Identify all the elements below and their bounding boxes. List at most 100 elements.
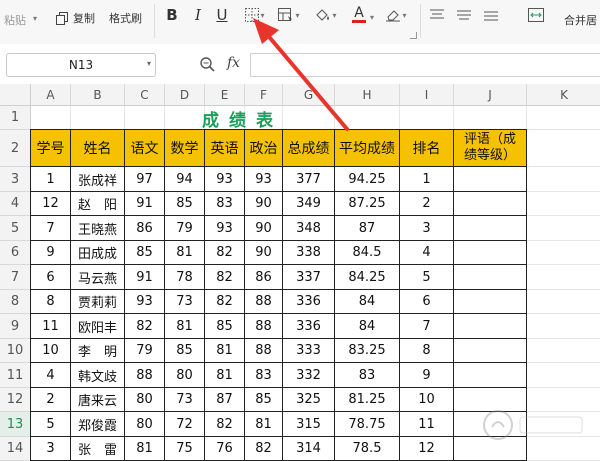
table-cell[interactable]: 93 xyxy=(205,216,245,241)
table-cell[interactable]: 325 xyxy=(283,388,335,412)
table-cell[interactable]: 94.25 xyxy=(335,167,400,192)
table-cell[interactable]: 83.25 xyxy=(335,339,400,363)
table-cell[interactable]: 84.5 xyxy=(335,241,400,265)
table-cell[interactable]: 8 xyxy=(31,290,71,314)
comment-cell[interactable] xyxy=(454,192,527,216)
table-cell[interactable]: 9 xyxy=(31,241,71,265)
table-cell[interactable]: 欧阳丰 xyxy=(71,314,125,339)
row-header-12[interactable]: 12 xyxy=(0,388,31,412)
table-cell[interactable]: 91 xyxy=(125,192,165,216)
column-header-D[interactable]: D xyxy=(165,84,205,106)
row-header-5[interactable]: 5 xyxy=(0,216,31,241)
table-cell[interactable]: 9 xyxy=(400,363,454,388)
align-bottom-icon[interactable] xyxy=(482,4,500,26)
table-cell[interactable]: 82 xyxy=(205,241,245,265)
cell[interactable] xyxy=(527,192,600,216)
table-cell[interactable]: 93 xyxy=(245,167,283,192)
table-cell[interactable]: 2 xyxy=(400,192,454,216)
table-cell[interactable]: 11 xyxy=(400,412,454,437)
table-cell[interactable]: 97 xyxy=(125,167,165,192)
comment-cell[interactable] xyxy=(454,167,527,192)
table-cell[interactable]: 90 xyxy=(245,216,283,241)
name-box[interactable]: N13 ▾ xyxy=(6,53,156,77)
header-cell[interactable]: 学号 xyxy=(31,130,71,167)
table-cell[interactable]: 81 xyxy=(205,363,245,388)
cell[interactable] xyxy=(527,167,600,192)
cell[interactable] xyxy=(527,290,600,314)
column-header-I[interactable]: I xyxy=(400,84,454,106)
column-header-A[interactable]: A xyxy=(31,84,71,106)
table-cell[interactable]: 3 xyxy=(400,216,454,241)
table-cell[interactable]: 李 明 xyxy=(71,339,125,363)
copy-icon[interactable] xyxy=(55,7,69,29)
header-cell[interactable]: 数学 xyxy=(165,130,205,167)
table-cell[interactable]: 贾莉莉 xyxy=(71,290,125,314)
table-cell[interactable]: 3 xyxy=(31,437,71,461)
table-cell[interactable]: 1 xyxy=(400,167,454,192)
table-cell[interactable]: 78.75 xyxy=(335,412,400,437)
table-cell[interactable]: 81 xyxy=(245,412,283,437)
column-header-K[interactable]: K xyxy=(527,84,600,106)
merge-center-button[interactable]: 合并居 xyxy=(564,12,597,28)
table-cell[interactable]: 5 xyxy=(400,265,454,290)
zoom-icon[interactable] xyxy=(199,56,217,76)
format-painter-button[interactable]: 格式刷 xyxy=(109,10,142,26)
row-header-9[interactable]: 9 xyxy=(0,314,31,339)
row-header-11[interactable]: 11 xyxy=(0,363,31,388)
table-cell[interactable]: 80 xyxy=(125,412,165,437)
cell[interactable] xyxy=(527,241,600,265)
comment-cell[interactable] xyxy=(454,314,527,339)
table-cell[interactable]: 86 xyxy=(125,216,165,241)
table-cell[interactable]: 78 xyxy=(165,265,205,290)
table-cell[interactable]: 81 xyxy=(165,314,205,339)
header-cell[interactable]: 排名 xyxy=(400,130,454,167)
row-header-8[interactable]: 8 xyxy=(0,290,31,314)
table-cell[interactable]: 1 xyxy=(31,167,71,192)
table-cell[interactable]: 85 xyxy=(125,241,165,265)
merge-cells-icon[interactable] xyxy=(526,4,546,26)
font-color-button[interactable]: A xyxy=(348,4,370,26)
cell[interactable] xyxy=(527,106,600,130)
table-cell[interactable]: 81 xyxy=(125,437,165,461)
table-cell[interactable]: 87.25 xyxy=(335,192,400,216)
underline-button[interactable]: U xyxy=(214,4,230,26)
table-cell[interactable]: 83 xyxy=(335,363,400,388)
table-cell[interactable]: 82 xyxy=(205,412,245,437)
table-cell[interactable]: 83 xyxy=(205,192,245,216)
table-cell[interactable]: 90 xyxy=(245,241,283,265)
column-header-B[interactable]: B xyxy=(71,84,125,106)
column-header-H[interactable]: H xyxy=(335,84,400,106)
table-cell[interactable]: 6 xyxy=(400,290,454,314)
row-header-4[interactable]: 4 xyxy=(0,192,31,216)
table-cell[interactable]: 75 xyxy=(165,437,205,461)
comment-cell[interactable] xyxy=(454,339,527,363)
header-cell[interactable]: 平均成绩 xyxy=(335,130,400,167)
table-cell[interactable]: 张 雷 xyxy=(71,437,125,461)
column-header-G[interactable]: G xyxy=(283,84,335,106)
row-header-7[interactable]: 7 xyxy=(0,265,31,290)
table-cell[interactable]: 张成祥 xyxy=(71,167,125,192)
table-cell[interactable]: 王晓燕 xyxy=(71,216,125,241)
table-cell[interactable]: 83 xyxy=(245,363,283,388)
table-cell[interactable]: 4 xyxy=(31,363,71,388)
table-cell[interactable]: 81.25 xyxy=(335,388,400,412)
comment-cell[interactable] xyxy=(454,241,527,265)
table-cell[interactable]: 7 xyxy=(31,216,71,241)
header-cell-comment[interactable]: 评语（成 绩等级） xyxy=(454,130,527,167)
table-cell[interactable]: 337 xyxy=(283,265,335,290)
header-cell[interactable]: 总成绩 xyxy=(283,130,335,167)
table-cell[interactable]: 韩文歧 xyxy=(71,363,125,388)
table-cell[interactable]: 76 xyxy=(205,437,245,461)
column-header-F[interactable]: F xyxy=(245,84,283,106)
table-cell[interactable]: 82 xyxy=(245,437,283,461)
align-middle-icon[interactable] xyxy=(455,4,473,26)
table-cell[interactable]: 93 xyxy=(125,290,165,314)
fill-bucket-icon[interactable]: ▾ xyxy=(313,4,339,26)
table-cell[interactable]: 12 xyxy=(31,192,71,216)
table-cell[interactable]: 79 xyxy=(125,339,165,363)
column-header-E[interactable]: E xyxy=(205,84,245,106)
cell[interactable] xyxy=(527,339,600,363)
table-cell[interactable]: 82 xyxy=(205,290,245,314)
table-cell[interactable]: 332 xyxy=(283,363,335,388)
table-cell[interactable]: 88 xyxy=(245,339,283,363)
